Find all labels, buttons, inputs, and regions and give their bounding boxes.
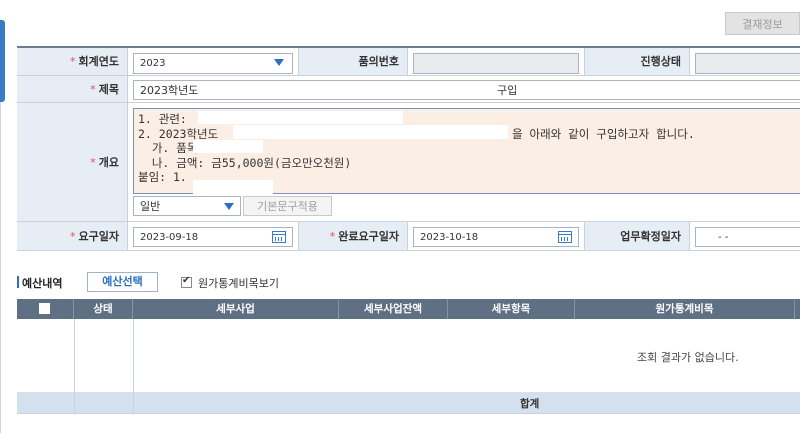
fiscal-year-select[interactable]: 2023 <box>133 53 293 74</box>
title-suffix: 구입 <box>497 84 518 97</box>
redaction-summary-3 <box>193 140 263 153</box>
budget-table-header: 상태 세부사업 세부사업잔액 세부항목 원가통계비목 <box>17 299 800 319</box>
proposal-no-field <box>413 53 579 74</box>
col-detail-project: 세부사업 <box>133 299 339 319</box>
work-confirm-date-label: 업무확정일자 <box>584 222 690 251</box>
cost-stats-checkbox[interactable] <box>181 275 192 288</box>
total-label: 합계 <box>520 398 540 410</box>
summary-type-select[interactable]: 일반 <box>133 196 241 216</box>
empty-result-message: 조회 결과가 없습니다. <box>637 351 739 364</box>
redaction-summary-1 <box>198 111 403 124</box>
calendar-icon[interactable] <box>558 231 572 243</box>
approval-info-button[interactable]: 결재정보 <box>725 12 800 35</box>
chevron-down-icon <box>274 59 284 66</box>
completion-request-date-label: * 완료요구일자 <box>298 222 408 251</box>
select-all-header <box>17 299 74 319</box>
title-label: * 제목 <box>17 76 128 103</box>
col-detail-item: 세부항목 <box>448 299 575 319</box>
apply-template-button[interactable]: 기본문구적용 <box>243 196 332 216</box>
side-panel-tab[interactable] <box>0 20 5 102</box>
table-divider <box>133 319 134 413</box>
summary-line2-suffix: 을 아래와 같이 구입하고자 합니다. <box>512 126 695 141</box>
select-all-checkbox[interactable] <box>39 303 50 314</box>
col-status: 상태 <box>74 299 133 319</box>
request-date-label: * 요구일자 <box>17 222 128 251</box>
progress-status-field <box>695 53 800 74</box>
budget-table-footer <box>17 392 800 414</box>
request-date-input[interactable]: 2023-09-18 <box>133 227 293 247</box>
calendar-icon[interactable] <box>272 231 286 243</box>
proposal-no-label: 품의번호 <box>298 48 408 76</box>
budget-select-button[interactable]: 예산선택 <box>87 272 158 292</box>
progress-status-label: 진행상태 <box>584 48 690 76</box>
budget-section-title: 예산내역 <box>17 275 62 291</box>
side-panel-border <box>0 102 1 433</box>
chevron-down-icon <box>224 203 234 210</box>
summary-label: * 개요 <box>17 103 128 222</box>
redaction-summary-2 <box>233 125 508 139</box>
cost-stats-label: 원가통계비목보기 <box>198 277 279 290</box>
fiscal-year-label: * 회계연도 <box>17 48 128 76</box>
work-confirm-date-input[interactable]: - - <box>695 227 800 247</box>
completion-request-date-input[interactable]: 2023-10-18 <box>413 227 579 247</box>
table-divider <box>74 319 75 413</box>
redaction-summary-4 <box>193 180 273 194</box>
col-cost-stats-item: 원가통계비목 <box>575 299 795 319</box>
redaction-title <box>203 81 493 99</box>
col-detail-project-balance: 세부사업잔액 <box>339 299 448 319</box>
